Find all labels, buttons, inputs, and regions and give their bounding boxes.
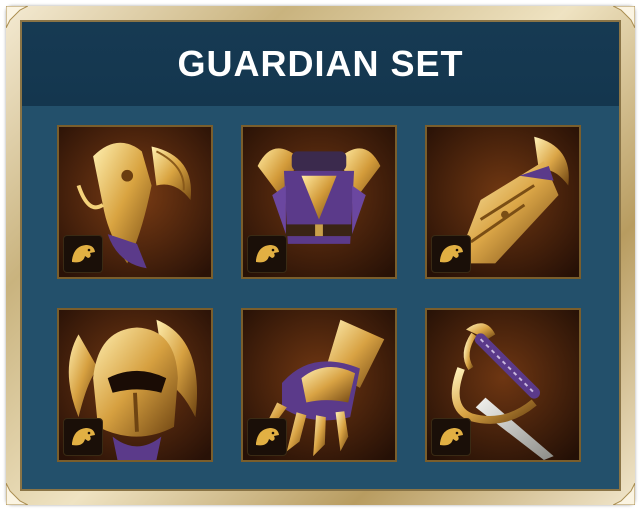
set-title: GUARDIAN SET bbox=[177, 43, 464, 84]
gold-eagle-head-icon bbox=[440, 245, 463, 263]
set-panel: GUARDIAN SET bbox=[20, 20, 621, 491]
set-badge bbox=[247, 235, 287, 273]
set-badge bbox=[63, 418, 103, 456]
set-badge bbox=[63, 235, 103, 273]
panel-frame: GUARDIAN SET bbox=[6, 6, 635, 505]
gear-tile-helmet[interactable] bbox=[57, 308, 213, 462]
gear-tile-chest[interactable] bbox=[241, 125, 397, 279]
title-bar: GUARDIAN SET bbox=[22, 22, 619, 106]
gold-eagle-head-icon bbox=[440, 428, 463, 446]
gear-tile-gloves[interactable] bbox=[241, 308, 397, 462]
gear-tile-weapon[interactable] bbox=[425, 308, 581, 462]
gear-tile-bracers[interactable] bbox=[425, 125, 581, 279]
set-badge bbox=[431, 235, 471, 273]
gold-eagle-head-icon bbox=[72, 245, 95, 263]
set-badge bbox=[431, 418, 471, 456]
gold-eagle-head-icon bbox=[72, 428, 95, 446]
gold-eagle-head-icon bbox=[256, 245, 279, 263]
set-badge bbox=[247, 418, 287, 456]
gear-tile-shoulders[interactable] bbox=[57, 125, 213, 279]
gold-eagle-head-icon bbox=[256, 428, 279, 446]
